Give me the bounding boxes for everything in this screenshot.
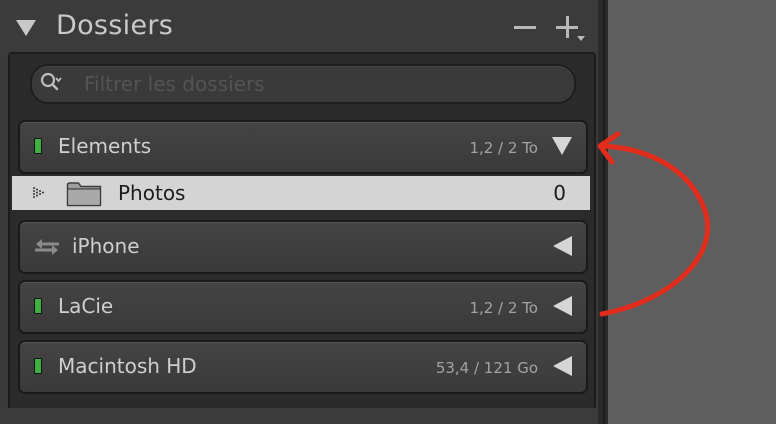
folder-icon: [66, 182, 102, 207]
volume-status-indicator: [34, 138, 42, 154]
volume-iphone[interactable]: iPhone: [18, 220, 588, 274]
volume-status-indicator: [34, 358, 42, 374]
panel-collapse-icon[interactable]: [16, 20, 36, 36]
collapsed-triangle-icon[interactable]: [553, 356, 572, 376]
volume-name: LaCie: [58, 294, 114, 318]
sync-arrows-icon: [35, 239, 59, 255]
panel-title: Dossiers: [56, 10, 174, 41]
expand-triangle-icon[interactable]: [552, 137, 572, 155]
volume-capacity: 53,4 / 121 Go: [435, 359, 538, 377]
next-panel-header: [0, 408, 598, 424]
volume-capacity: 1,2 / 2 To: [469, 299, 538, 317]
volume-capacity: 1,2 / 2 To: [469, 139, 538, 157]
folder-name: Photos: [118, 181, 186, 205]
volume-elements[interactable]: Elements 1,2 / 2 To: [18, 120, 588, 174]
folder-photo-count: 0: [553, 181, 566, 205]
volume-macintosh-hd[interactable]: Macintosh HD 53,4 / 121 Go: [18, 340, 588, 394]
chevron-down-icon: [577, 36, 585, 41]
volume-lacie[interactable]: LaCie 1,2 / 2 To: [18, 280, 588, 334]
add-folder-button[interactable]: [554, 14, 588, 44]
folder-expander-icon[interactable]: [32, 186, 46, 200]
collapsed-triangle-icon[interactable]: [553, 236, 572, 256]
plus-icon-v: [565, 16, 569, 38]
volume-status-indicator: [34, 298, 42, 314]
lightroom-folders-panel: Dossiers Elements 1,2 / 2 To: [0, 0, 776, 424]
collapsed-triangle-icon[interactable]: [553, 296, 572, 316]
panel-header: Dossiers: [0, 0, 598, 56]
volume-name: iPhone: [72, 234, 140, 258]
search-input[interactable]: [82, 68, 566, 100]
search-icon[interactable]: [40, 71, 62, 93]
volume-name: Macintosh HD: [58, 354, 197, 378]
panel-divider[interactable]: [603, 0, 605, 424]
folder-row-photos[interactable]: Photos 0: [12, 176, 590, 210]
volume-name: Elements: [58, 134, 152, 158]
remove-folder-button[interactable]: [512, 14, 538, 42]
annotation-arrow-icon: [597, 131, 711, 317]
